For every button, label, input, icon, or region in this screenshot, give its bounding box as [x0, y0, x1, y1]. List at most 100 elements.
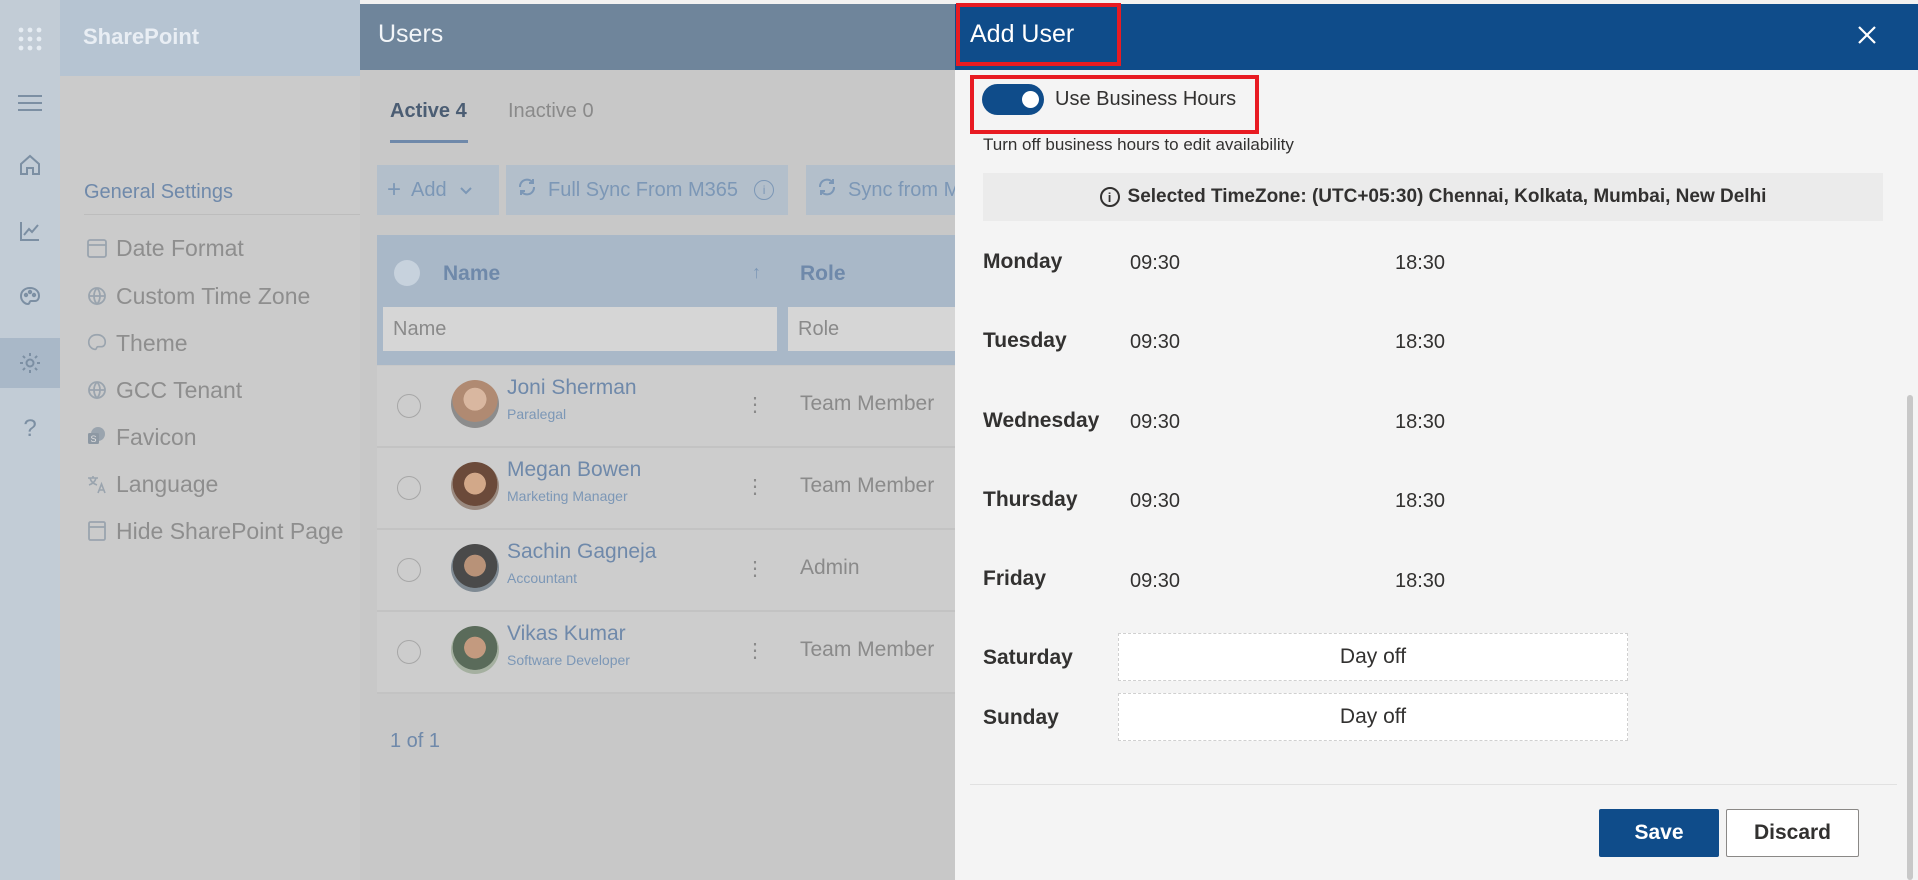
day-off-field-sunday: Day off	[1118, 693, 1628, 741]
sync-icon	[516, 176, 538, 204]
user-role: Admin	[800, 556, 860, 579]
avatar	[451, 626, 499, 674]
sort-ascending-icon[interactable]: ↑	[752, 262, 761, 283]
full-sync-label: Full Sync From M365	[548, 178, 739, 201]
settings-item-label: Custom Time Zone	[116, 282, 311, 309]
day-label-thursday: Thursday	[983, 488, 1078, 511]
column-header-role[interactable]: Role	[800, 262, 846, 286]
globe-icon	[84, 377, 110, 403]
settings-divider	[84, 214, 360, 215]
user-title: Accountant	[507, 570, 578, 586]
palette-icon[interactable]	[0, 272, 60, 322]
table-row[interactable]: Sachin Gagneja Accountant ⋮ Admin	[377, 530, 960, 612]
avatar	[451, 380, 499, 428]
more-options-icon[interactable]: ⋮	[745, 638, 765, 663]
palette-icon	[84, 330, 110, 356]
table-row[interactable]: Megan Bowen Marketing Manager ⋮ Team Mem…	[377, 448, 960, 530]
end-time: 18:30	[1395, 570, 1446, 592]
day-label-saturday: Saturday	[983, 646, 1073, 669]
start-time: 09:30	[1130, 252, 1181, 274]
settings-item-favicon[interactable]: S Favicon	[84, 417, 197, 457]
user-role: Team Member	[800, 474, 935, 497]
close-icon[interactable]	[1850, 18, 1884, 52]
settings-item-label: Theme	[116, 329, 188, 356]
timezone-text: Selected TimeZone: (UTC+05:30) Chennai, …	[1127, 186, 1767, 207]
avatar	[451, 462, 499, 510]
analytics-icon[interactable]	[0, 206, 60, 256]
home-icon[interactable]	[0, 140, 60, 190]
settings-item-theme[interactable]: Theme	[84, 323, 188, 363]
day-off-field-saturday: Day off	[1118, 633, 1628, 681]
day-label-friday: Friday	[983, 567, 1047, 590]
column-header-name[interactable]: Name	[443, 262, 500, 286]
add-button[interactable]: + Add	[377, 165, 499, 215]
active-tab-indicator	[390, 140, 468, 143]
full-sync-button[interactable]: Full Sync From M365 i	[506, 165, 788, 215]
start-time: 09:30	[1130, 570, 1181, 592]
business-hours-hint: Turn off business hours to edit availabi…	[983, 135, 1294, 154]
start-time: 09:30	[1130, 490, 1181, 512]
settings-item-label: Date Format	[116, 234, 244, 261]
page-icon	[84, 518, 110, 544]
row-select-radio[interactable]	[397, 558, 421, 582]
help-icon[interactable]: ?	[0, 404, 60, 454]
pagination-text: 1 of 1	[390, 730, 441, 752]
save-button[interactable]: Save	[1599, 809, 1719, 857]
settings-item-custom-time-zone[interactable]: Custom Time Zone	[84, 276, 310, 316]
end-time: 18:30	[1395, 331, 1446, 353]
language-icon	[84, 471, 110, 497]
settings-item-date-format[interactable]: Date Format	[84, 228, 244, 268]
row-select-radio[interactable]	[397, 394, 421, 418]
more-options-icon[interactable]: ⋮	[745, 474, 765, 499]
dialog-scrollbar[interactable]	[1907, 395, 1913, 880]
settings-item-gcc-tenant[interactable]: GCC Tenant	[84, 370, 242, 410]
tab-active[interactable]: Active 4	[390, 100, 467, 123]
settings-item-hide-sharepoint-page[interactable]: Hide SharePoint Page	[84, 511, 344, 551]
settings-item-language[interactable]: Language	[84, 464, 218, 504]
sync-from-label: Sync from M	[848, 178, 961, 201]
avatar	[451, 544, 499, 592]
sharepoint-logo-icon: S	[84, 424, 110, 450]
sync-icon	[816, 176, 838, 204]
start-time: 09:30	[1130, 411, 1181, 433]
discard-button[interactable]: Discard	[1726, 809, 1859, 857]
row-select-radio[interactable]	[397, 640, 421, 664]
select-all-checkbox[interactable]	[394, 260, 420, 286]
title-highlight-box	[956, 3, 1121, 66]
day-label-monday: Monday	[983, 250, 1063, 273]
svg-text:S: S	[90, 434, 96, 444]
users-panel-title: Users	[378, 20, 444, 48]
name-filter-input[interactable]: Name	[383, 307, 777, 351]
tab-inactive[interactable]: Inactive 0	[508, 100, 594, 123]
settings-item-label: GCC Tenant	[116, 376, 243, 403]
user-name-link[interactable]: Joni Sherman	[507, 376, 637, 400]
footer-divider	[970, 784, 1897, 785]
app-launcher-icon[interactable]	[0, 14, 60, 64]
user-name-link[interactable]: Megan Bowen	[507, 458, 641, 482]
day-label-tuesday: Tuesday	[983, 329, 1067, 352]
users-panel-header	[360, 4, 960, 70]
row-select-radio[interactable]	[397, 476, 421, 500]
table-row[interactable]: Joni Sherman Paralegal ⋮ Team Member	[377, 366, 960, 448]
user-role: Team Member	[800, 392, 935, 415]
sync-from-button[interactable]: Sync from M	[806, 165, 960, 215]
table-row[interactable]: Vikas Kumar Software Developer ⋮ Team Me…	[377, 612, 960, 694]
user-title: Software Developer	[507, 652, 630, 668]
general-settings-title: General Settings	[84, 181, 233, 203]
settings-item-label: Language	[116, 470, 219, 497]
user-name-link[interactable]: Sachin Gagneja	[507, 540, 656, 564]
timezone-banner: i Selected TimeZone: (UTC+05:30) Chennai…	[983, 173, 1883, 221]
brand-name[interactable]: SharePoint	[83, 24, 199, 50]
settings-item-label: Hide SharePoint Page	[116, 517, 344, 544]
add-button-label: Add	[411, 178, 447, 201]
end-time: 18:30	[1395, 411, 1446, 433]
role-filter-input[interactable]: Role	[788, 307, 960, 351]
settings-gear-icon[interactable]	[0, 338, 60, 388]
end-time: 18:30	[1395, 490, 1446, 512]
more-options-icon[interactable]: ⋮	[745, 392, 765, 417]
info-icon: i	[754, 180, 775, 200]
user-name-link[interactable]: Vikas Kumar	[507, 622, 626, 646]
more-options-icon[interactable]: ⋮	[745, 556, 765, 581]
hamburger-menu-icon[interactable]	[0, 78, 60, 128]
chevron-down-icon	[459, 179, 473, 202]
